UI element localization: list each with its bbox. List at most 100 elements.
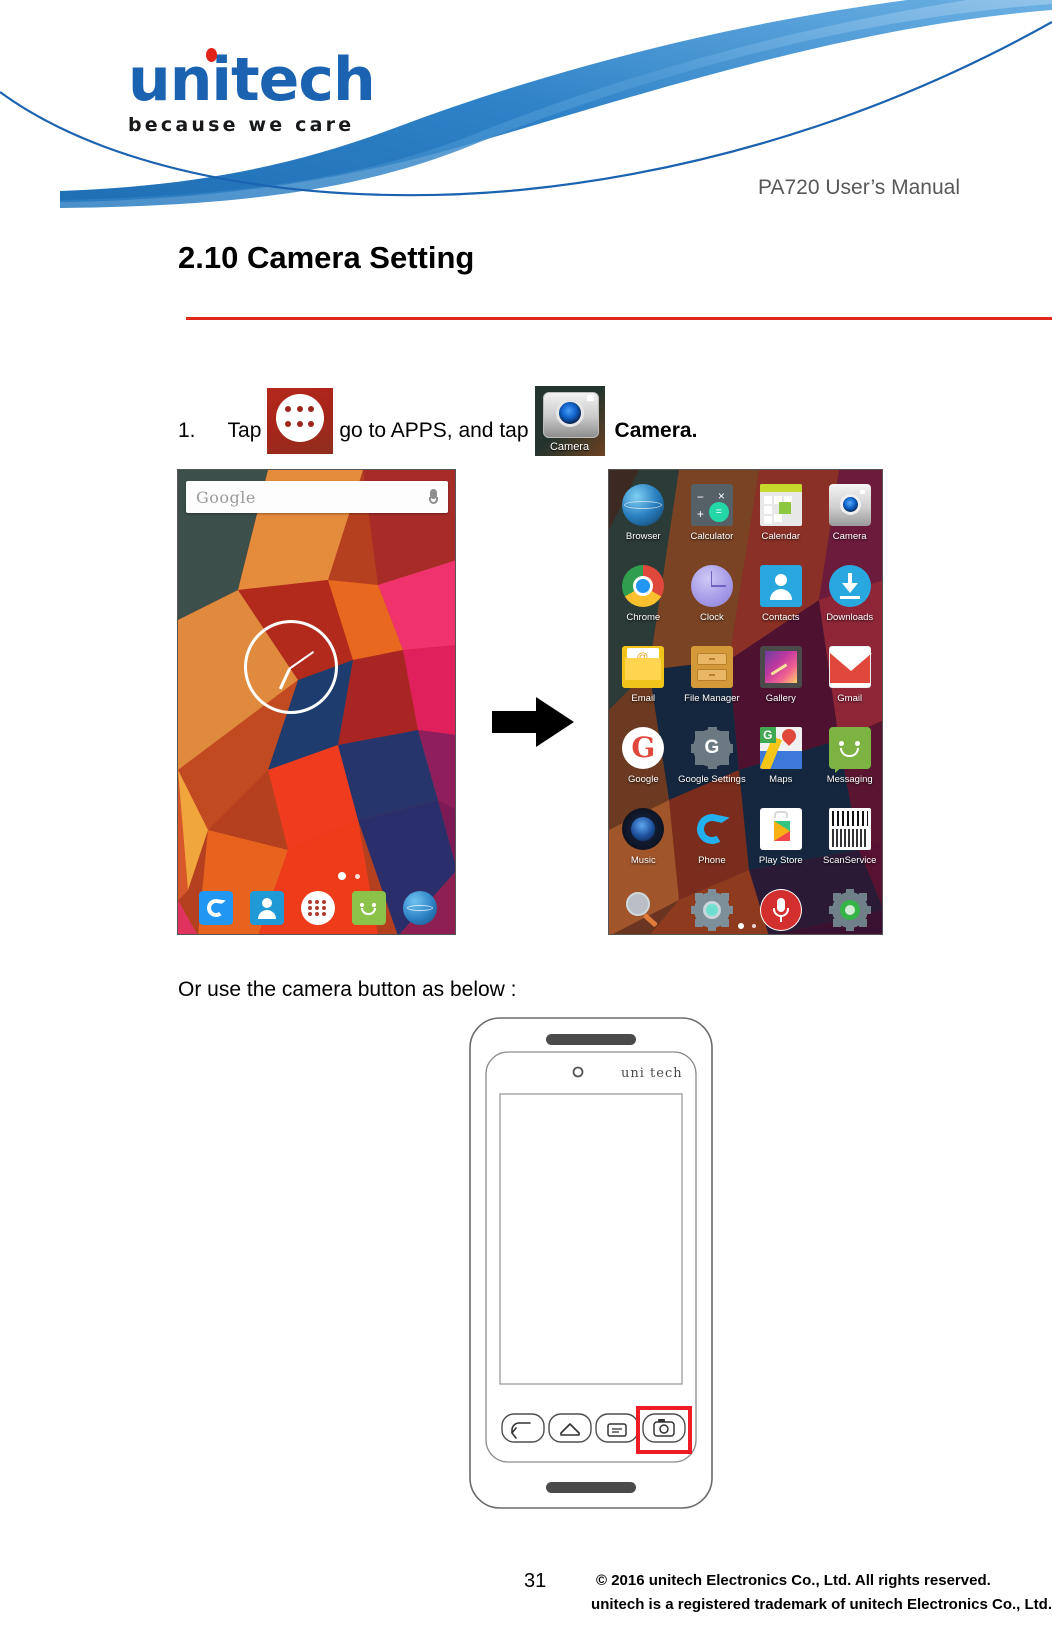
camera-icon-flash: [586, 395, 594, 401]
contacts-icon: [759, 565, 802, 607]
app-item-contacts[interactable]: Contacts: [746, 559, 815, 640]
copyright-line-2: unitech is a registered trademark of uni…: [591, 1596, 1052, 1613]
home-page-indicator: [338, 872, 360, 880]
app-label: Gmail: [837, 693, 863, 704]
app-item-play-store[interactable]: Play Store: [746, 802, 815, 883]
app-item-email[interactable]: @ Email: [609, 640, 678, 721]
page-header: unitech because we care PA720 User’s Man…: [0, 0, 1052, 210]
phone-icon: [691, 808, 733, 850]
drawer-page-indicator: [609, 923, 882, 929]
google-icon: G: [622, 727, 665, 769]
home-screen-screenshot: Google: [177, 469, 456, 935]
app-item-browser[interactable]: Browser: [609, 478, 678, 559]
app-item-gallery[interactable]: Gallery: [746, 640, 815, 721]
app-item-music[interactable]: Music: [609, 802, 678, 883]
apps-icon-dots: [285, 406, 315, 431]
app-item-file-manager[interactable]: File Manager: [678, 640, 747, 721]
camera-icon: Camera: [534, 386, 605, 456]
logo-wordmark: unitech: [128, 48, 458, 110]
page-dot-active: [338, 872, 346, 880]
dock-messaging-icon[interactable]: [351, 891, 386, 925]
clock-icon: [690, 565, 733, 607]
dock-phone-icon[interactable]: [198, 891, 233, 925]
device-outline-drawing: uni tech: [469, 1017, 713, 1509]
app-label: Maps: [769, 774, 793, 785]
app-label: Gallery: [765, 693, 796, 704]
app-item-messaging[interactable]: Messaging: [815, 721, 882, 802]
apps-drawer-icon: [267, 388, 334, 454]
dock-contacts-icon[interactable]: [249, 891, 284, 925]
app-item-calendar[interactable]: Calendar: [746, 478, 815, 559]
app-item-calculator[interactable]: − × + = Calculator: [678, 478, 747, 559]
dock-apps-dots: [307, 900, 328, 916]
app-label: Camera: [832, 531, 867, 542]
email-icon: @: [622, 646, 665, 688]
clock-minute-hand: [288, 650, 315, 670]
gmail-icon: [828, 646, 872, 688]
svg-text:uni tech: uni tech: [621, 1066, 683, 1081]
dock-browser-icon[interactable]: [402, 891, 437, 925]
music-icon: [622, 808, 665, 850]
app-item-clock[interactable]: Clock: [678, 559, 747, 640]
page-dot: [751, 924, 756, 928]
app-label: Contacts: [762, 612, 800, 623]
app-item-google[interactable]: G Google: [609, 721, 678, 802]
app-item-gmail[interactable]: Gmail: [815, 640, 882, 721]
browser-icon: [622, 484, 665, 526]
app-item-chrome[interactable]: Chrome: [609, 559, 678, 640]
app-grid: Browser − × + = Calculator Calendar Camera: [609, 478, 882, 934]
unitech-logo: unitech because we care: [128, 48, 458, 136]
app-label: Calculator: [690, 531, 734, 542]
search-input-placeholder[interactable]: Google: [196, 488, 256, 507]
app-label: Messaging: [826, 774, 873, 785]
device-illustration: uni tech: [466, 1014, 716, 1514]
app-label: Phone: [698, 855, 726, 866]
messaging-icon: [828, 727, 871, 773]
app-item-downloads[interactable]: Downloads: [815, 559, 882, 640]
app-label: Music: [630, 855, 656, 866]
page-dot: [355, 873, 360, 879]
logo-accent-dot: [206, 48, 217, 62]
dock-apps-icon[interactable]: [300, 891, 335, 925]
app-label: Browser: [625, 531, 661, 542]
analog-clock-widget[interactable]: [244, 620, 338, 714]
gallery-icon: [759, 646, 802, 688]
app-drawer-screenshot: Browser − × + = Calculator Calendar Camera: [608, 469, 883, 935]
maps-icon: G: [759, 727, 802, 769]
app-label: Calendar: [761, 531, 801, 542]
app-item-maps[interactable]: G Maps: [746, 721, 815, 802]
page-number: 31: [524, 1570, 547, 1592]
camera-icon-label: Camera: [549, 441, 590, 453]
chrome-icon: [622, 565, 665, 607]
play-store-icon: [759, 808, 802, 850]
app-label: Downloads: [826, 612, 874, 623]
app-item-phone[interactable]: Phone: [678, 802, 747, 883]
clock-hour-hand: [278, 668, 291, 690]
app-label: File Manager: [684, 693, 740, 704]
app-item-google-settings[interactable]: G Google Settings: [678, 721, 747, 802]
step-bold-text: Camera.: [614, 419, 698, 442]
step-instruction: 1. Tap go to APPS, and tap Camera Camera…: [178, 386, 698, 466]
microphone-icon[interactable]: [429, 488, 438, 506]
home-dock: [178, 886, 455, 930]
app-label: Clock: [700, 612, 724, 623]
google-search-bar[interactable]: Google: [186, 481, 448, 513]
app-label: Chrome: [626, 612, 661, 623]
camera-icon: [828, 484, 871, 526]
camera-icon-lens: [555, 399, 584, 427]
page-title: 2.10 Camera Setting: [178, 240, 475, 275]
calendar-icon: [759, 484, 802, 526]
app-item-scan-service[interactable]: ScanService: [815, 802, 882, 883]
app-label: Google: [627, 774, 659, 785]
copyright-line-1: © 2016 unitech Electronics Co., Ltd. All…: [596, 1572, 991, 1589]
app-label: Email: [631, 693, 656, 704]
manual-title: PA720 User’s Manual: [758, 176, 960, 199]
step-middle-text: go to APPS, and tap: [339, 419, 529, 442]
logo-tagline: because we care: [128, 114, 355, 136]
file-manager-icon: [690, 646, 733, 688]
app-item-camera[interactable]: Camera: [815, 478, 882, 559]
page-dot-active: [737, 923, 744, 929]
google-settings-icon: G: [690, 727, 733, 769]
note-text: Or use the camera button as below :: [178, 978, 517, 1001]
flow-arrow: [492, 695, 577, 750]
